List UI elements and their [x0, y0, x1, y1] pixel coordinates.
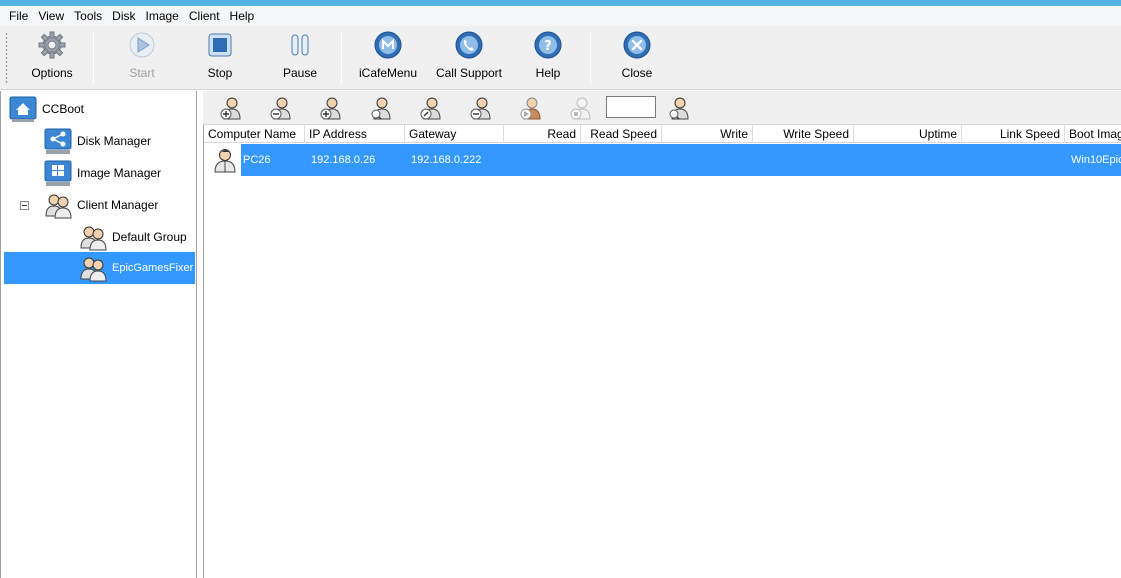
toolbar-separator [93, 32, 94, 84]
toolbar-separator [341, 32, 342, 84]
call-support-label: Call Support [435, 66, 503, 80]
tree-label: Image Manager [77, 166, 162, 180]
close-button[interactable]: Close [607, 30, 667, 86]
add-client-batch-icon[interactable] [319, 95, 345, 121]
column-gateway[interactable]: Gateway [405, 125, 504, 143]
phone-icon [455, 31, 483, 59]
table-row[interactable]: PC26 192.168.0.26 192.168.0.222 Win10Epi… [204, 144, 1121, 176]
close-label: Close [621, 66, 653, 80]
help-button[interactable]: ? Help [518, 30, 578, 86]
cell-computer-name: PC26 [243, 154, 271, 166]
find-client-icon[interactable] [667, 95, 693, 121]
pause-label: Pause [282, 66, 318, 80]
users-icon [80, 257, 107, 282]
toolbar-separator [590, 32, 591, 84]
search-client-icon[interactable] [369, 95, 395, 121]
main-toolbar: Options Start Stop Pause iCafeMenu Call … [0, 26, 1121, 90]
icafemenu-button[interactable]: iCafeMenu [355, 30, 421, 86]
options-label: Options [31, 66, 73, 80]
disk-share-icon [44, 128, 72, 154]
icafemenu-icon [374, 31, 402, 59]
add-client-icon[interactable] [219, 95, 245, 121]
column-header-row: Computer Name IP Address Gateway Read Re… [204, 125, 1121, 143]
column-read[interactable]: Read [504, 125, 581, 143]
column-boot-image[interactable]: Boot Imag [1065, 125, 1121, 143]
tree-node-ccboot[interactable]: CCBoot [8, 93, 84, 125]
column-link-speed[interactable]: Link Speed [962, 125, 1065, 143]
edit-client-icon[interactable] [419, 95, 445, 121]
column-computer-name[interactable]: Computer Name [204, 125, 305, 143]
column-ip-address[interactable]: IP Address [305, 125, 405, 143]
windows-image-icon [44, 160, 72, 186]
users-icon [80, 226, 107, 251]
start-client-icon[interactable] [519, 95, 545, 121]
column-write-speed[interactable]: Write Speed [753, 125, 854, 143]
toolbar-grip[interactable] [5, 32, 8, 84]
cell-gateway: 192.168.0.222 [411, 154, 482, 166]
tree-label: Disk Manager [77, 134, 152, 148]
column-uptime[interactable]: Uptime [854, 125, 962, 143]
menu-help[interactable]: Help [225, 9, 260, 23]
tree-label: EpicGamesFixer [112, 262, 194, 274]
tree-label: Client Manager [77, 198, 159, 212]
stop-label: Stop [207, 66, 233, 80]
navigation-tree: CCBoot Disk Manager Image Manager Client… [0, 91, 197, 578]
menu-disk[interactable]: Disk [107, 9, 140, 23]
menu-image[interactable]: Image [141, 9, 184, 23]
options-button[interactable]: Options [22, 30, 82, 86]
play-icon [129, 32, 155, 58]
cell-ip-address: 192.168.0.26 [311, 154, 376, 166]
start-button[interactable]: Start [112, 30, 172, 86]
menu-view[interactable]: View [33, 9, 69, 23]
remove-client-icon[interactable] [269, 95, 295, 121]
menu-file[interactable]: File [4, 9, 33, 23]
users-icon [45, 194, 72, 219]
pause-icon [291, 34, 309, 56]
gear-icon [38, 31, 66, 59]
stop-client-icon[interactable] [569, 95, 595, 121]
cell-boot-image: Win10Epic [1071, 154, 1121, 166]
tree-label: CCBoot [42, 102, 85, 116]
pause-button[interactable]: Pause [270, 30, 330, 86]
client-list: Computer Name IP Address Gateway Read Re… [203, 125, 1121, 578]
close-icon [623, 31, 651, 59]
column-write[interactable]: Write [662, 125, 753, 143]
menu-bar: File View Tools Disk Image Client Help [0, 6, 1121, 26]
menu-tools[interactable]: Tools [69, 9, 107, 23]
collapse-toggle[interactable] [20, 201, 29, 210]
tree-node-image-manager[interactable]: Image Manager [43, 157, 161, 189]
stop-icon [208, 33, 232, 57]
tree-node-client-manager[interactable]: Client Manager [43, 189, 158, 221]
client-toolbar [203, 91, 1121, 125]
icafemenu-label: iCafeMenu [358, 66, 418, 80]
help-label: Help [535, 66, 561, 80]
help-icon: ? [534, 31, 562, 59]
call-support-button[interactable]: Call Support [433, 30, 505, 86]
tree-node-epicgamesfixer[interactable]: EpicGamesFixer [4, 252, 195, 284]
menu-client[interactable]: Client [184, 9, 225, 23]
client-filter-input[interactable] [606, 96, 656, 118]
tree-node-disk-manager[interactable]: Disk Manager [43, 125, 151, 157]
computer-user-icon [214, 149, 236, 173]
delete-client-icon[interactable] [469, 95, 495, 121]
tree-label: Default Group [112, 230, 187, 244]
column-read-speed[interactable]: Read Speed [581, 125, 662, 143]
stop-button[interactable]: Stop [190, 30, 250, 86]
svg-text:?: ? [544, 39, 552, 54]
home-server-icon [9, 96, 37, 122]
tree-node-default-group[interactable]: Default Group [78, 221, 187, 253]
start-label: Start [129, 66, 155, 80]
